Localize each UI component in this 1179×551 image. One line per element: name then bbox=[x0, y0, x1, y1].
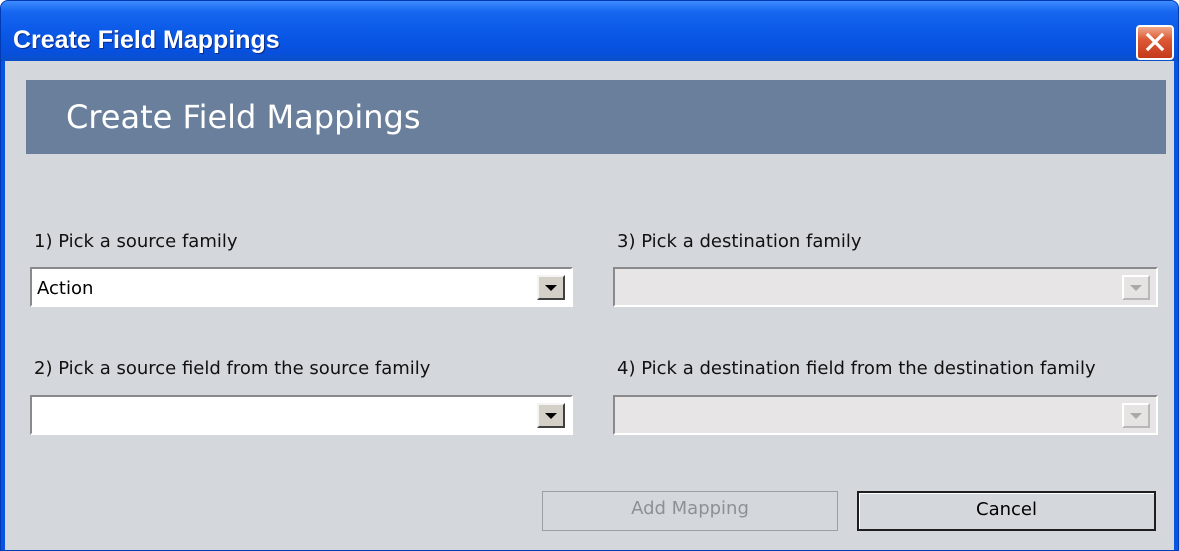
destination-family-dropdown-button[interactable] bbox=[1122, 275, 1150, 300]
destination-field-dropdown[interactable] bbox=[613, 395, 1158, 435]
source-family-value: Action bbox=[37, 278, 94, 299]
add-mapping-button[interactable]: Add Mapping bbox=[542, 491, 838, 531]
chevron-down-icon bbox=[545, 285, 557, 291]
window-title: Create Field Mappings bbox=[13, 26, 280, 54]
destination-family-dropdown[interactable] bbox=[613, 267, 1158, 307]
title-bar[interactable]: Create Field Mappings bbox=[1, 1, 1178, 61]
chevron-down-icon bbox=[545, 413, 557, 419]
dialog-body: Create Field Mappings 1) Pick a source f… bbox=[5, 61, 1174, 550]
close-button[interactable] bbox=[1136, 25, 1174, 60]
chevron-down-icon bbox=[1130, 413, 1142, 419]
source-family-label: 1) Pick a source family bbox=[34, 231, 238, 252]
source-field-dropdown-button[interactable] bbox=[537, 403, 565, 428]
header-banner: Create Field Mappings bbox=[26, 80, 1166, 154]
destination-family-label: 3) Pick a destination family bbox=[617, 231, 862, 252]
cancel-button[interactable]: Cancel bbox=[857, 491, 1156, 531]
source-field-label: 2) Pick a source field from the source f… bbox=[34, 358, 431, 379]
destination-field-dropdown-button[interactable] bbox=[1122, 403, 1150, 428]
source-family-dropdown[interactable]: Action bbox=[30, 267, 573, 307]
chevron-down-icon bbox=[1130, 285, 1142, 291]
page-title: Create Field Mappings bbox=[66, 98, 421, 136]
source-field-dropdown[interactable] bbox=[30, 395, 573, 435]
dialog-window: Create Field Mappings Create Field Mappi… bbox=[0, 0, 1179, 551]
source-family-dropdown-button[interactable] bbox=[537, 275, 565, 300]
close-icon bbox=[1145, 32, 1165, 52]
destination-field-label: 4) Pick a destination field from the des… bbox=[617, 358, 1096, 379]
